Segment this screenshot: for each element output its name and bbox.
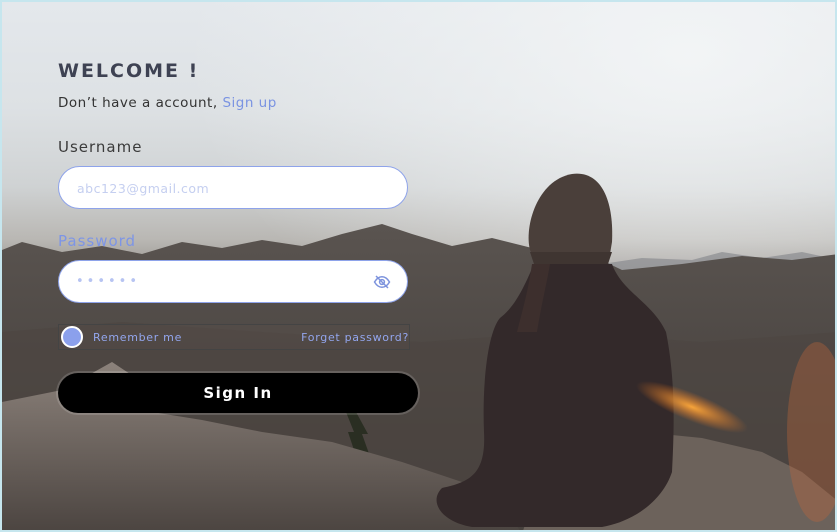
signup-prompt-text: Don’t have a account, <box>58 95 223 111</box>
remember-me-radio[interactable] <box>61 326 83 348</box>
remember-me-label: Remember me <box>93 331 183 344</box>
eye-slash-icon[interactable] <box>373 273 391 291</box>
sign-in-button[interactable]: Sign In <box>58 373 418 413</box>
signup-link[interactable]: Sign up <box>222 95 276 111</box>
password-label: Password <box>58 232 137 250</box>
signup-prompt: Don’t have a account, Sign up <box>58 95 277 111</box>
remember-row: Remember me Forget password? <box>58 324 410 350</box>
username-field <box>58 166 408 210</box>
password-mask: •••••• <box>76 274 141 289</box>
welcome-heading: WELCOME ! <box>58 60 200 82</box>
username-input[interactable] <box>75 167 369 210</box>
username-label: Username <box>58 138 143 156</box>
forgot-password-link[interactable]: Forget password? <box>301 331 409 344</box>
password-field[interactable]: •••••• <box>58 260 408 303</box>
login-page: WELCOME ! Don’t have a account, Sign up … <box>0 0 837 532</box>
